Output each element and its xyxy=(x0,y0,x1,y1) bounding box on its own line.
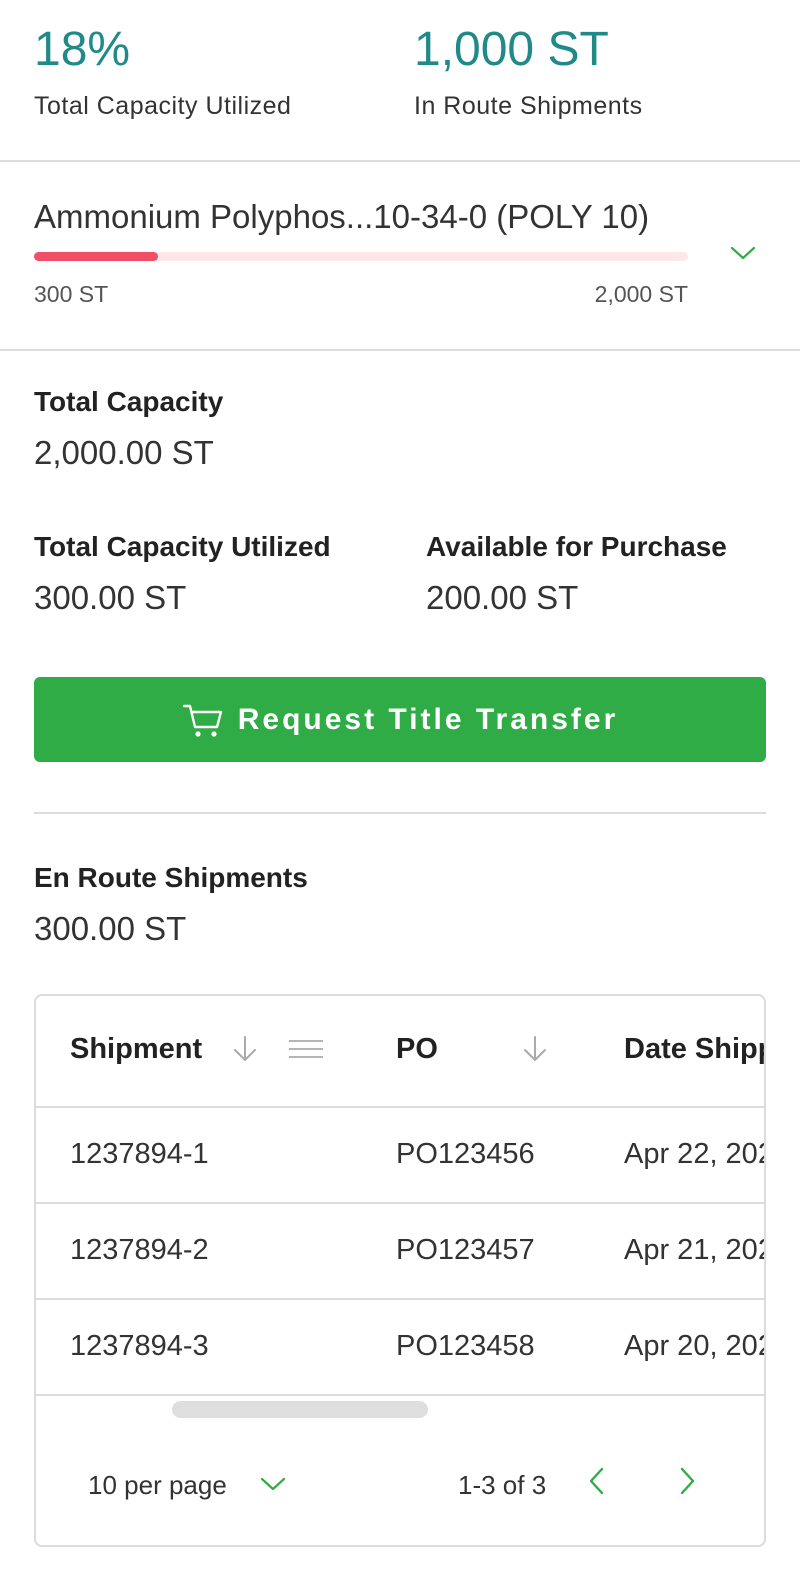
table-row[interactable]: 1237894-1 PO123456 Apr 22, 2021 xyxy=(36,1108,764,1204)
in-route-stat: 1,000 ST In Route Shipments xyxy=(414,22,643,121)
capacity-label: Total Capacity Utilized xyxy=(34,92,292,120)
sort-arrow-icon[interactable] xyxy=(230,1034,260,1064)
chevron-down-icon[interactable] xyxy=(260,1474,286,1494)
total-capacity-value: 2,000.00 ST xyxy=(34,434,214,471)
sort-arrow-icon[interactable] xyxy=(520,1034,550,1064)
date-cell: Apr 21, 2021 xyxy=(624,1234,764,1266)
date-cell: Apr 22, 2021 xyxy=(624,1138,764,1170)
capacity-progress-fill xyxy=(34,252,159,261)
table-row[interactable]: 1237894-3 PO123458 Apr 20, 2021 xyxy=(36,1300,764,1396)
section-divider xyxy=(34,812,766,814)
shipment-cell: 1237894-3 xyxy=(70,1330,209,1362)
capacity-percent: 18% xyxy=(34,23,131,76)
capacity-progress-bar xyxy=(34,252,688,261)
available-label: Available for Purchase xyxy=(426,531,727,562)
total-capacity-metric: Total Capacity 2,000.00 ST xyxy=(34,386,223,472)
summary-stats: 18% Total Capacity Utilized 1,000 ST In … xyxy=(0,0,800,162)
column-header-shipment[interactable]: Shipment xyxy=(70,1033,202,1066)
en-route-section: En Route Shipments 300.00 ST xyxy=(34,862,308,948)
progress-max-label: 2,000 ST xyxy=(594,281,688,307)
total-capacity-label: Total Capacity xyxy=(34,386,224,417)
shipment-cell: 1237894-2 xyxy=(70,1234,209,1266)
shipment-cell: 1237894-1 xyxy=(70,1138,209,1170)
en-route-title: En Route Shipments xyxy=(34,862,308,893)
page-size-select[interactable]: 10 per page xyxy=(88,1470,227,1501)
in-route-label: In Route Shipments xyxy=(414,92,643,120)
chevron-down-icon[interactable] xyxy=(730,243,756,263)
chevron-right-icon[interactable] xyxy=(676,1466,698,1496)
in-route-value: 1,000 ST xyxy=(414,23,609,76)
capacity-stat: 18% Total Capacity Utilized xyxy=(34,22,291,121)
table-row[interactable]: 1237894-2 PO123457 Apr 21, 2021 xyxy=(36,1204,764,1300)
pagination-range: 1-3 of 3 xyxy=(458,1470,547,1500)
utilized-value: 300.00 ST xyxy=(34,579,187,616)
utilized-metric: Total Capacity Utilized 300.00 ST xyxy=(34,531,331,617)
column-header-date-shipped[interactable]: Date Shipped xyxy=(624,1033,764,1066)
product-name: Ammonium Polyphos...10-34-0 (POLY 10) xyxy=(34,198,650,235)
po-cell: PO123457 xyxy=(396,1234,535,1266)
en-route-total: 300.00 ST xyxy=(34,910,187,947)
date-cell: Apr 20, 2021 xyxy=(624,1330,764,1362)
po-cell: PO123458 xyxy=(396,1330,535,1362)
horizontal-scrollbar[interactable] xyxy=(172,1401,428,1418)
available-value: 200.00 ST xyxy=(426,579,579,616)
table-header: Shipment PO Date Shipped xyxy=(36,996,764,1108)
column-menu-icon[interactable] xyxy=(288,1038,324,1060)
request-title-transfer-button[interactable]: Request Title Transfer xyxy=(34,677,766,762)
utilized-label: Total Capacity Utilized xyxy=(34,531,331,562)
chevron-left-icon[interactable] xyxy=(586,1466,608,1496)
cart-icon xyxy=(182,704,222,737)
po-cell: PO123456 xyxy=(396,1138,535,1170)
available-metric: Available for Purchase 200.00 ST xyxy=(426,531,727,617)
request-title-transfer-label: Request Title Transfer xyxy=(237,702,619,736)
progress-min-label: 300 ST xyxy=(34,281,109,307)
shipments-table: Shipment PO Date Shipped 1237894-1 PO123… xyxy=(34,994,766,1547)
column-header-po[interactable]: PO xyxy=(396,1033,438,1066)
